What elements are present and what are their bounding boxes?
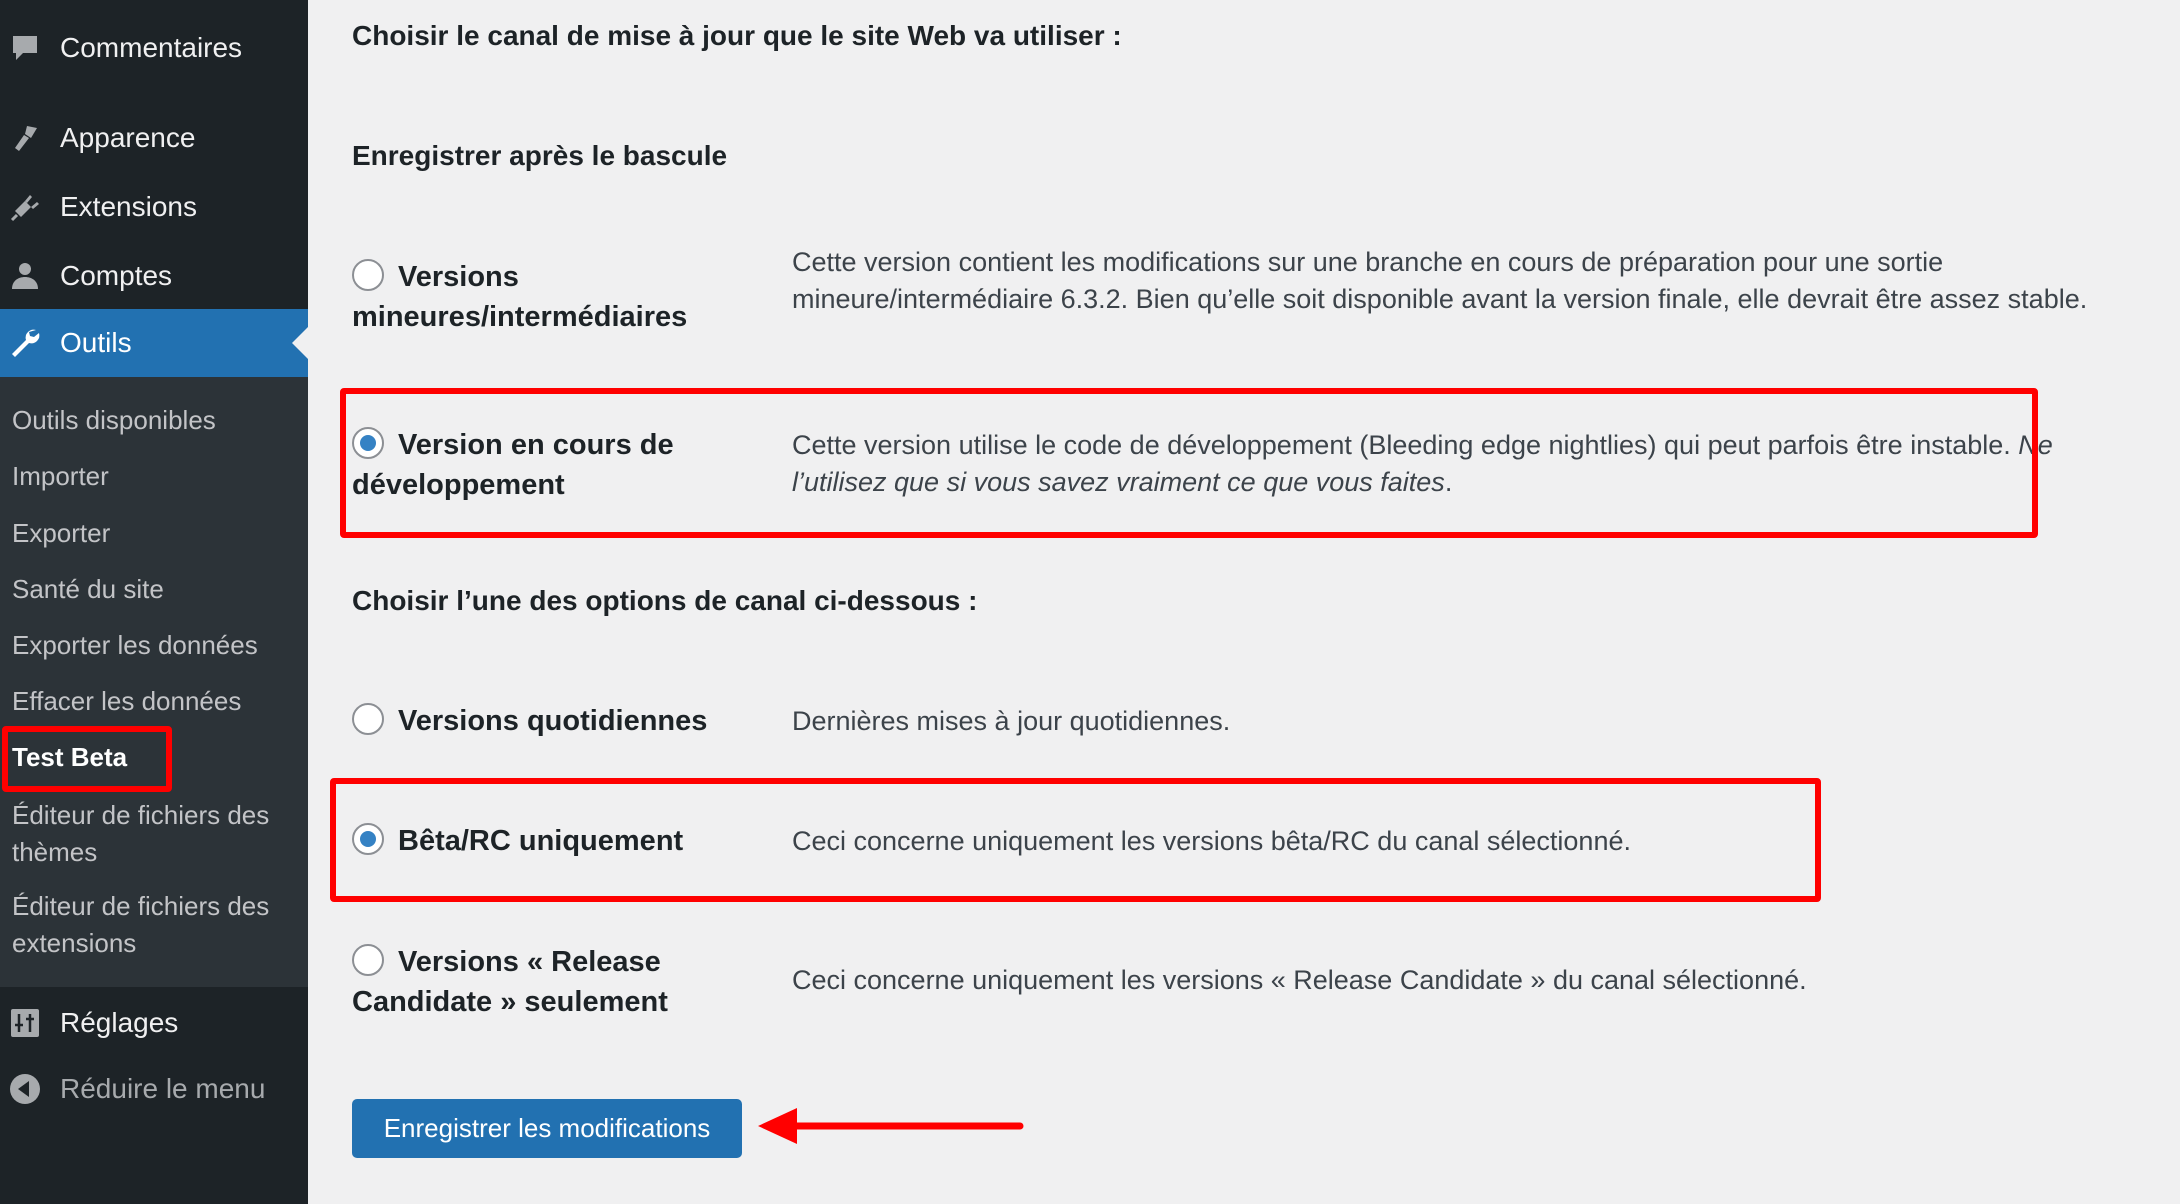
stream-option-release-candidate[interactable]: Versions « Release Candidate » seulement <box>352 942 782 1022</box>
save-changes-button[interactable]: Enregistrer les modifications <box>352 1099 742 1158</box>
paintbrush-icon <box>8 121 42 155</box>
sidebar-item-label: Réduire le menu <box>60 1073 266 1104</box>
sidebar-item-label: Comptes <box>60 260 173 291</box>
stream-option-daily[interactable]: Versions quotidiennes <box>352 701 772 741</box>
sidebar-item-appearance[interactable]: Apparence <box>0 104 308 172</box>
sidebar-item-settings[interactable]: Réglages <box>0 989 308 1057</box>
sidebar-item-label: Extensions <box>60 191 197 222</box>
sidebar-item-accounts[interactable]: Comptes <box>0 242 308 310</box>
option-label: Versions quotidiennes <box>398 705 708 737</box>
channel-option-minor[interactable]: Versions mineures/intermédiaires <box>352 257 772 337</box>
sidebar-item-tools[interactable]: Outils <box>0 309 308 377</box>
option-description: Ceci concerne uniquement les versions « … <box>792 965 1807 995</box>
sidebar-item-label: Outils <box>60 327 132 358</box>
admin-sidebar: Commentaires Apparence Extensions Compte… <box>0 0 308 1204</box>
collapse-arrow-icon <box>8 1072 42 1106</box>
save-after-heading: Enregistrer après le bascule <box>352 140 728 171</box>
tools-submenu: Outils disponibles Importer Exporter San… <box>0 377 308 987</box>
user-icon <box>8 259 42 293</box>
radio-button[interactable] <box>352 944 384 976</box>
settings-sliders-icon <box>8 1006 42 1040</box>
option-description: Cette version utilise le code de dévelop… <box>792 430 2053 497</box>
plugin-icon <box>8 190 42 224</box>
stream-heading: Choisir l’une des options de canal ci-de… <box>352 585 978 616</box>
submenu-item-export-data[interactable]: Exporter les données <box>12 627 302 664</box>
submenu-item-theme-editor[interactable]: Éditeur de fichiers des thèmes <box>12 797 302 871</box>
annotation-arrow-icon <box>758 1108 1024 1144</box>
submenu-item-export[interactable]: Exporter <box>12 515 302 552</box>
sidebar-item-label: Apparence <box>60 122 196 153</box>
sidebar-item-label: Commentaires <box>60 32 243 63</box>
submenu-item-site-health[interactable]: Santé du site <box>12 571 302 608</box>
comment-icon <box>8 31 42 65</box>
channel-heading: Choisir le canal de mise à jour que le s… <box>352 20 1122 51</box>
submenu-item-plugin-editor[interactable]: Éditeur de fichiers des extensions <box>12 888 302 962</box>
submenu-item-erase-data[interactable]: Effacer les données <box>12 683 302 720</box>
option-description: Ceci concerne uniquement les versions bê… <box>792 826 1631 856</box>
option-label: Version en cours de développement <box>352 429 674 501</box>
submenu-item-import[interactable]: Importer <box>12 458 302 495</box>
radio-button[interactable] <box>352 703 384 735</box>
sidebar-item-extensions[interactable]: Extensions <box>0 173 308 241</box>
wrench-icon <box>8 326 42 360</box>
channel-option-development[interactable]: Version en cours de développement <box>352 425 772 505</box>
submenu-item-available-tools[interactable]: Outils disponibles <box>12 402 302 439</box>
radio-button[interactable] <box>352 259 384 291</box>
option-description: Dernières mises à jour quotidiennes. <box>792 706 1231 736</box>
submenu-item-test-beta[interactable]: Test Beta <box>12 739 302 776</box>
option-label: Bêta/RC uniquement <box>398 825 684 857</box>
sidebar-item-label: Réglages <box>60 1007 179 1038</box>
collapse-menu-button[interactable]: Réduire le menu <box>0 1055 308 1123</box>
sidebar-item-comments[interactable]: Commentaires <box>0 14 308 82</box>
option-label: Versions mineures/intermédiaires <box>352 261 688 333</box>
option-description: Cette version contient les modifications… <box>792 247 2088 314</box>
option-label: Versions « Release Candidate » seulement <box>352 946 668 1018</box>
stream-option-beta-rc[interactable]: Bêta/RC uniquement <box>352 821 772 861</box>
radio-button-checked[interactable] <box>352 427 384 459</box>
radio-button-checked[interactable] <box>352 823 384 855</box>
